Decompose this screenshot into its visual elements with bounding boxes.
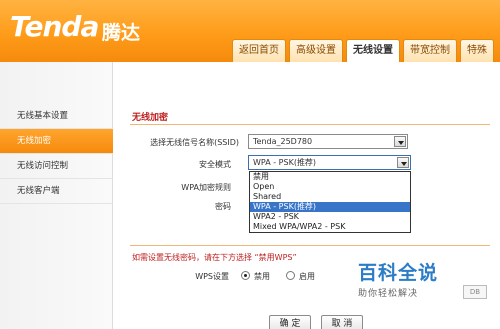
password-label: 密码 (215, 202, 231, 211)
tenda-logo-cn: 腾达 (102, 22, 141, 44)
section-divider (130, 124, 490, 125)
section-title: 无线加密 (132, 113, 169, 123)
security-mode-select[interactable]: WPA - PSK(推荐) (248, 155, 411, 170)
header-bar: Tenda 腾达 返回首页 高级设置 无线设置 带宽控制 特殊 (0, 0, 500, 62)
confirm-button[interactable]: 确 定 (269, 315, 311, 329)
sidebar: 无线基本设置 无线加密 无线访问控制 无线客户端 (0, 62, 113, 329)
wpa-rule-label: WPA加密规则 (181, 183, 231, 192)
ssid-label: 选择无线信号名称(SSID) (150, 138, 239, 147)
wps-disable-label: 禁用 (254, 272, 270, 281)
watermark: 百科全说 助你轻松解决 (358, 258, 438, 299)
option-shared[interactable]: Shared (250, 192, 410, 202)
security-mode-value: WPA - PSK(推荐) (253, 158, 317, 167)
top-nav-tabs: 返回首页 高级设置 无线设置 带宽控制 特殊 (232, 39, 497, 62)
watermark-subtitle: 助你轻松解决 (358, 289, 419, 299)
tab-advanced[interactable]: 高级设置 (289, 39, 343, 62)
option-disabled[interactable]: 禁用 (250, 172, 410, 182)
tab-wireless[interactable]: 无线设置 (346, 39, 400, 62)
ssid-select[interactable]: Tenda_25D780 (248, 134, 408, 149)
watermark-title: 百科全说 (358, 262, 439, 284)
tab-bandwidth[interactable]: 带宽控制 (403, 39, 457, 62)
option-wpa-psk[interactable]: WPA - PSK(推荐) (250, 202, 410, 212)
option-wpa2-psk[interactable]: WPA2 - PSK (250, 212, 410, 222)
option-open[interactable]: Open (250, 182, 410, 192)
security-mode-label: 安全模式 (199, 160, 231, 169)
cancel-button[interactable]: 取 消 (321, 315, 363, 329)
sidebar-item-access-control[interactable]: 无线访问控制 (0, 154, 113, 179)
tab-home[interactable]: 返回首页 (232, 39, 286, 62)
chevron-down-icon[interactable] (394, 136, 406, 147)
option-mixed-wpa[interactable]: Mixed WPA/WPA2 - PSK (250, 222, 410, 232)
sidebar-item-wireless-basic[interactable]: 无线基本设置 (0, 104, 113, 129)
wps-disable-radio[interactable] (241, 271, 250, 280)
tab-special[interactable]: 特殊 (460, 39, 494, 62)
tenda-logo: Tenda (10, 10, 99, 43)
wps-note: 如需设置无线密码，请在下方选择 “禁用WPS” (132, 253, 297, 262)
wps-label: WPS设置 (195, 272, 229, 281)
sidebar-item-wireless-clients[interactable]: 无线客户端 (0, 179, 113, 204)
chevron-down-icon[interactable] (397, 157, 409, 168)
wps-divider (130, 245, 490, 246)
wps-enable-label: 启用 (299, 272, 315, 281)
partial-field-badge: DB (463, 285, 487, 299)
ssid-value: Tenda_25D780 (253, 137, 313, 146)
main-content: 无线加密 选择无线信号名称(SSID) Tenda_25D780 安全模式 WP… (113, 62, 500, 329)
security-mode-dropdown: 禁用 Open Shared WPA - PSK(推荐) WPA2 - PSK … (249, 171, 411, 233)
wps-enable-radio[interactable] (286, 271, 295, 280)
sidebar-item-wireless-encryption[interactable]: 无线加密 (0, 129, 113, 154)
